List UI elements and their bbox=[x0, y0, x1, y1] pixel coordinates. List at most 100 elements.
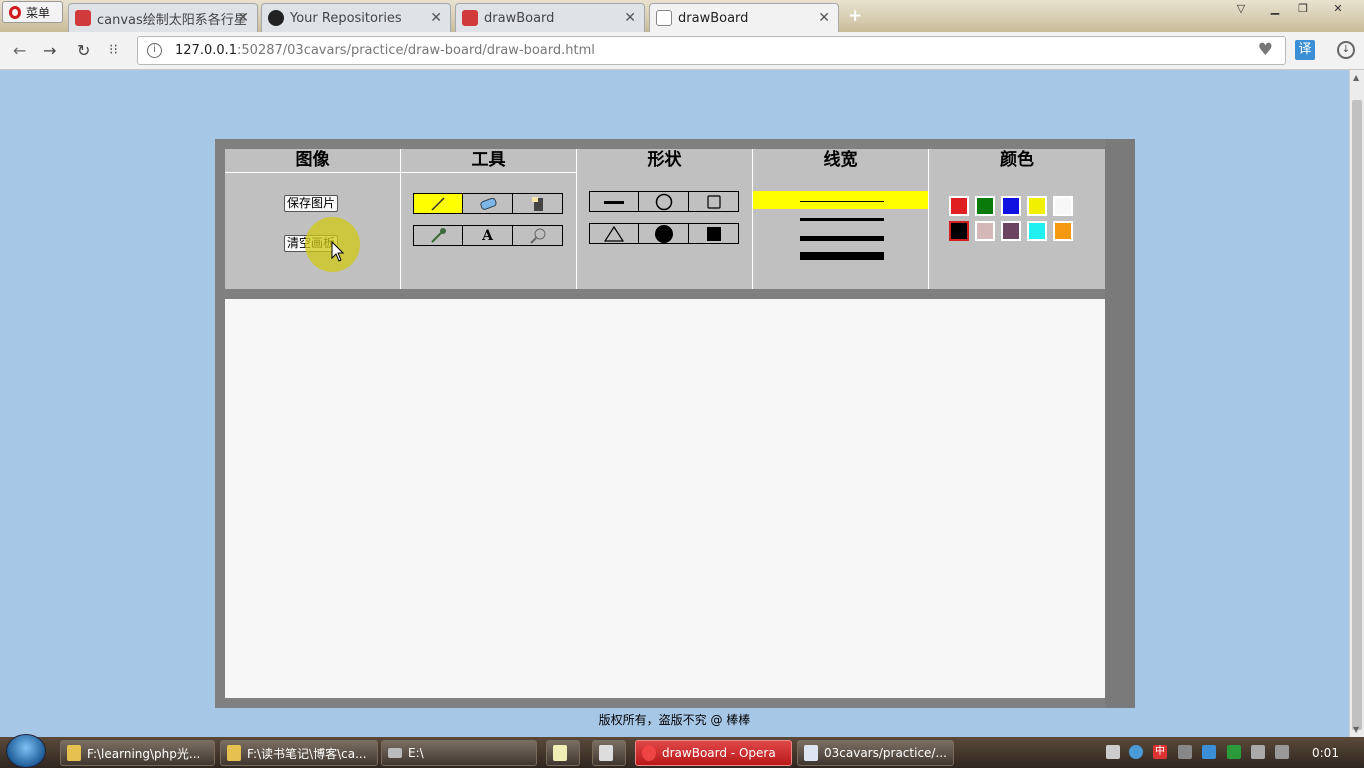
taskbar-label: E:\ bbox=[408, 746, 424, 760]
color-swatch[interactable] bbox=[1001, 221, 1021, 241]
address-toolbar: ← → ↻ ⁝⁝ i 127.0.0.1:50287/03cavars/prac… bbox=[0, 32, 1364, 70]
close-icon[interactable]: ✕ bbox=[818, 10, 830, 26]
magnifier-tool[interactable] bbox=[513, 225, 563, 246]
update-icon[interactable]: ↓ bbox=[1337, 41, 1355, 59]
paint-bucket-tool[interactable] bbox=[513, 193, 563, 214]
eyedropper-icon bbox=[430, 227, 446, 243]
page-icon bbox=[656, 10, 672, 26]
opera-logo-icon bbox=[9, 5, 21, 19]
tab-repositories[interactable]: Your Repositories ✕ bbox=[261, 3, 451, 32]
app-icon bbox=[599, 745, 613, 761]
color-swatch[interactable] bbox=[975, 196, 995, 216]
color-swatch[interactable] bbox=[1027, 221, 1047, 241]
text-tool[interactable]: A bbox=[463, 225, 513, 246]
tray-green-icon[interactable] bbox=[1227, 745, 1241, 759]
minimize-icon[interactable]: ▁ bbox=[1264, 2, 1286, 16]
back-icon[interactable]: ← bbox=[13, 41, 26, 60]
magnifier-icon bbox=[530, 228, 546, 244]
address-bar[interactable]: i 127.0.0.1:50287/03cavars/practice/draw… bbox=[137, 36, 1286, 65]
tab-drawboard-1[interactable]: drawBoard ✕ bbox=[455, 3, 645, 32]
scroll-thumb[interactable] bbox=[1352, 100, 1362, 730]
tab-drawboard-active[interactable]: drawBoard ✕ bbox=[649, 3, 839, 32]
bookmark-heart-icon[interactable]: ♥ bbox=[1258, 40, 1273, 60]
signal-icon[interactable] bbox=[1178, 745, 1192, 759]
line-width-2[interactable] bbox=[753, 211, 928, 229]
taskbar-label: F:\读书笔记\博客\ca... bbox=[247, 746, 367, 761]
line-width-3[interactable] bbox=[753, 229, 928, 247]
line-shape[interactable] bbox=[589, 191, 639, 212]
taskbar-item[interactable]: F:\learning\php光... bbox=[60, 740, 215, 766]
scroll-up-icon[interactable]: ▲ bbox=[1353, 73, 1359, 82]
tool-row-2: A bbox=[413, 225, 563, 246]
pencil-tool[interactable] bbox=[413, 193, 463, 214]
menu-label: 菜单 bbox=[26, 5, 51, 20]
color-swatch[interactable] bbox=[1053, 221, 1073, 241]
tray-browser-icon[interactable] bbox=[1129, 745, 1143, 759]
taskbar-item[interactable]: F:\读书笔记\博客\ca... bbox=[220, 740, 378, 766]
filled-circle-shape[interactable] bbox=[639, 223, 689, 244]
color-swatch[interactable] bbox=[1053, 196, 1073, 216]
tab-menu-icon[interactable]: ▽ bbox=[1230, 2, 1252, 16]
drawing-canvas[interactable] bbox=[225, 299, 1105, 698]
circle-outline-icon bbox=[655, 193, 672, 210]
scroll-down-icon[interactable]: ▼ bbox=[1353, 725, 1359, 734]
color-swatch[interactable] bbox=[949, 196, 969, 216]
battery-icon[interactable] bbox=[1251, 745, 1265, 759]
site-info-icon[interactable]: i bbox=[147, 43, 162, 58]
folder-icon bbox=[227, 745, 241, 761]
line-width-4[interactable] bbox=[753, 247, 928, 265]
speed-dial-icon[interactable]: ⁝⁝ bbox=[109, 42, 118, 58]
favicon-icon bbox=[75, 10, 91, 26]
opera-icon bbox=[642, 745, 656, 761]
circle-shape[interactable] bbox=[639, 191, 689, 212]
start-button-icon[interactable] bbox=[6, 734, 46, 768]
windows-taskbar: F:\learning\php光... F:\读书笔记\博客\ca... E:\… bbox=[0, 734, 1364, 768]
translate-icon[interactable]: 译 bbox=[1295, 40, 1315, 60]
color-swatch[interactable] bbox=[1001, 196, 1021, 216]
triangle-outline-icon bbox=[603, 225, 624, 242]
taskbar-notepad[interactable] bbox=[546, 740, 580, 766]
taskbar-app[interactable] bbox=[592, 740, 626, 766]
reload-icon[interactable]: ↻ bbox=[77, 41, 90, 60]
close-icon[interactable]: ✕ bbox=[624, 10, 636, 26]
new-tab-plus-icon[interactable]: + bbox=[848, 6, 862, 26]
filled-rect-shape[interactable] bbox=[689, 223, 739, 244]
line-width-section: 线宽 bbox=[753, 149, 929, 289]
tray-icon[interactable] bbox=[1106, 745, 1120, 759]
line-width-1[interactable] bbox=[753, 191, 928, 209]
eraser-icon bbox=[479, 197, 497, 210]
eraser-tool[interactable] bbox=[463, 193, 513, 214]
maximize-icon[interactable]: ❐ bbox=[1292, 2, 1314, 16]
eyedropper-tool[interactable] bbox=[413, 225, 463, 246]
network-icon[interactable] bbox=[1202, 745, 1216, 759]
drive-icon bbox=[388, 748, 402, 758]
volume-icon[interactable] bbox=[1275, 745, 1289, 759]
tab-canvas[interactable]: canvas绘制太阳系各行星 ✕ bbox=[68, 3, 258, 32]
favicon-icon bbox=[462, 10, 478, 26]
copyright-footer: 版权所有，盗版不究 @ 棒棒 bbox=[598, 713, 751, 727]
opera-menu-button[interactable]: 菜单 bbox=[2, 1, 63, 23]
save-image-button[interactable]: 保存图片 bbox=[284, 195, 339, 212]
image-section: 图像 保存图片 清空画板 bbox=[225, 149, 401, 289]
taskbar-item[interactable]: 03cavars/practice/... bbox=[797, 740, 954, 766]
url-path: :50287/03cavars/practice/draw-board/draw… bbox=[237, 43, 595, 58]
clock: 0:01 bbox=[1312, 746, 1339, 760]
line-icon bbox=[603, 200, 624, 204]
taskbar-item-active[interactable]: drawBoard - Opera bbox=[635, 740, 792, 766]
url-host: 127.0.0.1 bbox=[175, 43, 238, 58]
close-icon[interactable]: ✕ bbox=[430, 10, 442, 26]
tab-title: drawBoard bbox=[678, 10, 749, 26]
triangle-shape[interactable] bbox=[589, 223, 639, 244]
color-swatch[interactable] bbox=[949, 221, 969, 241]
window-close-icon[interactable]: ✕ bbox=[1327, 2, 1349, 16]
close-icon[interactable]: ✕ bbox=[237, 10, 249, 26]
page-scrollbar[interactable]: ▲ ▼ bbox=[1349, 70, 1364, 737]
forward-icon[interactable]: → bbox=[43, 41, 56, 60]
color-swatch[interactable] bbox=[975, 221, 995, 241]
taskbar-item[interactable]: E:\ bbox=[381, 740, 537, 766]
taskbar-label: drawBoard - Opera bbox=[662, 746, 776, 760]
ime-icon[interactable]: 中 bbox=[1153, 745, 1167, 759]
color-swatch[interactable] bbox=[1027, 196, 1047, 216]
rect-shape[interactable] bbox=[689, 191, 739, 212]
shape-row-2 bbox=[589, 223, 739, 244]
